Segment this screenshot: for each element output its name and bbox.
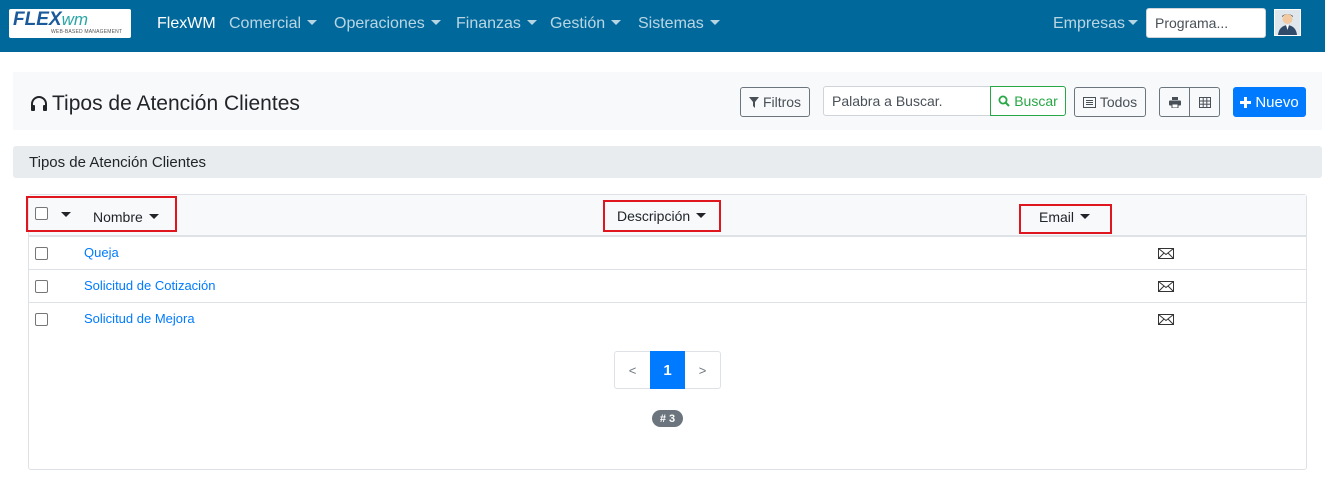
envelope-icon[interactable]	[1158, 248, 1174, 259]
caret-down-icon	[526, 20, 537, 25]
pagination-next[interactable]: >	[685, 351, 721, 389]
nav-menu-label: Comercial	[229, 15, 302, 32]
page-title: Tipos de Atención Clientes	[30, 92, 300, 116]
section-title: Tipos de Atención Clientes	[29, 154, 207, 171]
section-header: Tipos de Atención Clientes	[13, 146, 1322, 178]
nav-menu-empresas[interactable]: Empresas	[1053, 14, 1139, 34]
logo-subtitle: WEB-BASED MANAGEMENT	[51, 29, 123, 35]
user-avatar[interactable]	[1274, 9, 1301, 36]
plus-icon	[1240, 96, 1252, 108]
all-button-label: Todos	[1099, 94, 1138, 110]
logo-text-wm: wm	[61, 10, 89, 29]
top-navbar: FLEXwm WEB-BASED MANAGEMENT FlexWM Comer…	[0, 0, 1325, 52]
table-row: Solicitud de Mejora	[29, 303, 1306, 336]
nav-menu-label: Empresas	[1053, 15, 1126, 32]
row-checkbox[interactable]	[35, 313, 48, 326]
nav-menu-sistemas[interactable]: Sistemas	[638, 14, 720, 34]
pagination-page-current[interactable]: 1	[650, 351, 685, 389]
filters-button[interactable]: Filtros	[740, 87, 810, 117]
nav-menu-label: Sistemas	[638, 15, 704, 32]
caret-down-icon	[307, 20, 318, 25]
caret-down-icon	[1128, 20, 1139, 25]
user-avatar-icon	[1275, 10, 1300, 35]
pagination-prev[interactable]: <	[614, 351, 650, 389]
caret-down-icon	[430, 20, 441, 25]
row-name-link[interactable]: Queja	[84, 245, 119, 260]
row-checkbox[interactable]	[35, 280, 48, 293]
print-icon	[1168, 96, 1181, 108]
nav-menu-operaciones[interactable]: Operaciones	[334, 14, 441, 34]
filter-icon	[748, 96, 759, 108]
envelope-icon[interactable]	[1158, 314, 1174, 325]
highlight-box-descripcion	[603, 200, 721, 232]
nav-menu-gestion[interactable]: Gestión	[550, 14, 622, 34]
nav-menu-finanzas[interactable]: Finanzas	[456, 14, 537, 34]
nav-menu-label: Finanzas	[456, 15, 521, 32]
filters-button-label: Filtros	[762, 94, 802, 110]
nav-menu-label: Gestión	[550, 15, 606, 32]
search-button-label: Buscar	[1014, 93, 1058, 109]
row-checkbox[interactable]	[35, 247, 48, 260]
table-row: Queja	[29, 237, 1306, 270]
row-name-link[interactable]: Solicitud de Cotización	[84, 278, 216, 293]
highlight-box-nombre	[26, 196, 177, 232]
results-table: Nombre Descripción Email Queja Solicitud…	[28, 194, 1307, 470]
nav-menu-comercial[interactable]: Comercial	[229, 14, 318, 34]
all-button[interactable]: Todos	[1074, 87, 1146, 117]
search-icon	[998, 95, 1010, 107]
table-icon	[1198, 96, 1211, 108]
highlight-box-email	[1019, 204, 1112, 234]
new-button[interactable]: Nuevo	[1233, 87, 1306, 117]
page-title-text: Tipos de Atención Clientes	[52, 92, 300, 115]
search-button[interactable]: Buscar	[990, 86, 1066, 116]
flexwm-logo[interactable]: FLEXwm WEB-BASED MANAGEMENT	[9, 9, 131, 38]
logo-text: FLEX	[13, 9, 62, 30]
table-row: Solicitud de Cotización	[29, 270, 1306, 303]
program-search-input[interactable]	[1146, 8, 1266, 38]
nav-brand[interactable]: FlexWM	[157, 14, 216, 34]
envelope-icon[interactable]	[1158, 281, 1174, 292]
print-button[interactable]	[1159, 87, 1190, 117]
record-count-badge: # 3	[652, 410, 683, 427]
table-view-button[interactable]	[1189, 87, 1220, 117]
keyword-search-input[interactable]	[823, 86, 991, 116]
new-button-label: Nuevo	[1255, 93, 1299, 111]
row-name-link[interactable]: Solicitud de Mejora	[84, 311, 195, 326]
list-icon	[1082, 96, 1096, 108]
caret-down-icon	[709, 20, 720, 25]
nav-menu-label: Operaciones	[334, 15, 425, 32]
headphones-icon	[31, 96, 47, 111]
caret-down-icon	[611, 20, 622, 25]
